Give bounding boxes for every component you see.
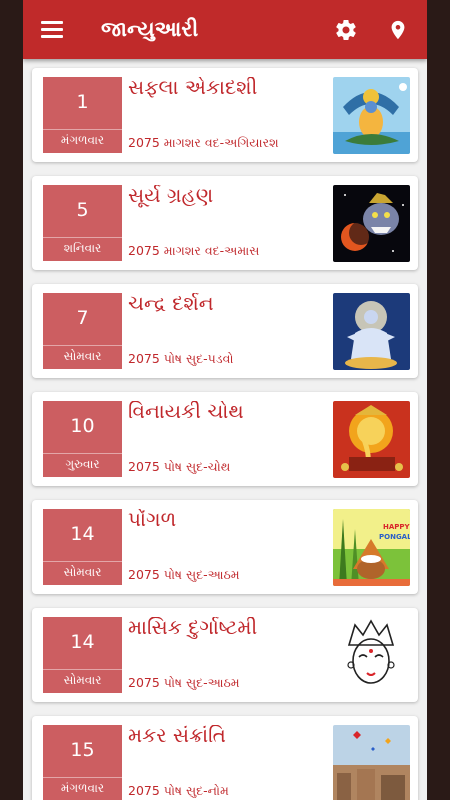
day-number: 14 (70, 523, 95, 545)
weekday-label: મંગળવાર (43, 777, 122, 800)
event-card[interactable]: 5 શનિવાર સૂર્ય ગ્રહણ 2075 માગશર વદ-અમાસ (32, 176, 418, 270)
date-badge: 15 મંગળવાર (43, 725, 122, 800)
weekday-label: સોમવાર (43, 345, 122, 369)
kite-festival-image (333, 724, 410, 800)
event-info: ચન્દ્ર દર્શન 2075 પોષ સુદ-પડવો (122, 293, 333, 369)
weekday-label: સોમવાર (43, 561, 122, 585)
event-tithi: 2075 માગશર વદ-અગિયારશ (128, 135, 279, 150)
gear-icon[interactable] (327, 11, 365, 49)
event-info: સફલા એકાદશી 2075 માગશર વદ-અગિયારશ (122, 77, 333, 153)
app-screen: જાન્યુઆરી 1 મંગળવાર સફલા એકાદશી 2075 માગ… (23, 0, 427, 800)
happy-pongal-image: HAPPY PONGAL (333, 508, 410, 586)
hamburger-menu-icon[interactable] (41, 15, 71, 45)
day-number: 1 (76, 91, 89, 113)
weekday-label: સોમવાર (43, 669, 122, 693)
event-info: પોંગળ 2075 પોષ સુદ-આઠમ (122, 509, 333, 585)
event-name: માસિક દુર્ગાષ્ટમી (128, 617, 258, 639)
weekday-label: મંગળવાર (43, 129, 122, 153)
durga-face-image (333, 616, 410, 694)
event-card[interactable]: 14 સોમવાર પોંગળ 2075 પોષ સુદ-આઠમ HAPPY P… (32, 500, 418, 594)
date-badge: 5 શનિવાર (43, 185, 122, 261)
event-tithi: 2075 પોષ સુદ-આઠમ (128, 567, 240, 582)
event-name: મકર સંક્રાંતિ (128, 725, 226, 747)
day-number: 10 (70, 415, 95, 437)
date-badge: 14 સોમવાર (43, 509, 122, 585)
event-info: સૂર્ય ગ્રહણ 2075 માગશર વદ-અમાસ (122, 185, 333, 261)
event-name: સફલા એકાદશી (128, 77, 258, 99)
rahu-eclipse-image (333, 184, 410, 262)
day-number: 15 (70, 739, 95, 761)
day-number: 7 (76, 307, 89, 329)
event-card[interactable]: 1 મંગળવાર સફલા એકાદશી 2075 માગશર વદ-અગિય… (32, 68, 418, 162)
date-badge: 10 ગુરુવાર (43, 401, 122, 477)
date-badge: 1 મંગળવાર (43, 77, 122, 153)
page-title: જાન્યુઆરી (101, 17, 199, 41)
event-info: માસિક દુર્ગાષ્ટમી 2075 પોષ સુદ-આઠમ (122, 617, 333, 693)
event-list: 1 મંગળવાર સફલા એકાદશી 2075 માગશર વદ-અગિય… (23, 59, 427, 800)
chandra-dev-image (333, 292, 410, 370)
event-name: ચન્દ્ર દર્શન (128, 293, 214, 315)
image-caption-happy: HAPPY (383, 523, 410, 531)
event-tithi: 2075 પોષ સુદ-પડવો (128, 351, 234, 366)
day-number: 5 (76, 199, 89, 221)
event-card[interactable]: 10 ગુરુવાર વિનાયકી ચોથ 2075 પોષ સુદ-ચોથ (32, 392, 418, 486)
vishnu-on-sheshnag-image (333, 76, 410, 154)
event-card[interactable]: 15 મંગળવાર મકર સંક્રાંતિ 2075 પોષ સુદ-નો… (32, 716, 418, 800)
image-caption-pongal: PONGAL (379, 533, 410, 541)
event-card[interactable]: 14 સોમવાર માસિક દુર્ગાષ્ટમી 2075 પોષ સુદ… (32, 608, 418, 702)
ganesha-image (333, 400, 410, 478)
event-info: મકર સંક્રાંતિ 2075 પોષ સુદ-નોમ (122, 725, 333, 800)
event-name: વિનાયકી ચોથ (128, 401, 244, 423)
app-bar: જાન્યુઆરી (23, 0, 427, 59)
event-card[interactable]: 7 સોમવાર ચન્દ્ર દર્શન 2075 પોષ સુદ-પડવો (32, 284, 418, 378)
event-tithi: 2075 પોષ સુદ-આઠમ (128, 675, 240, 690)
event-tithi: 2075 પોષ સુદ-ચોથ (128, 459, 231, 474)
location-pin-icon[interactable] (379, 11, 417, 49)
event-info: વિનાયકી ચોથ 2075 પોષ સુદ-ચોથ (122, 401, 333, 477)
date-badge: 14 સોમવાર (43, 617, 122, 693)
day-number: 14 (70, 631, 95, 653)
event-tithi: 2075 માગશર વદ-અમાસ (128, 243, 260, 258)
event-tithi: 2075 પોષ સુદ-નોમ (128, 783, 229, 798)
event-name: સૂર્ય ગ્રહણ (128, 185, 214, 207)
date-badge: 7 સોમવાર (43, 293, 122, 369)
event-name: પોંગળ (128, 509, 177, 531)
weekday-label: શનિવાર (43, 237, 122, 261)
weekday-label: ગુરુવાર (43, 453, 122, 477)
